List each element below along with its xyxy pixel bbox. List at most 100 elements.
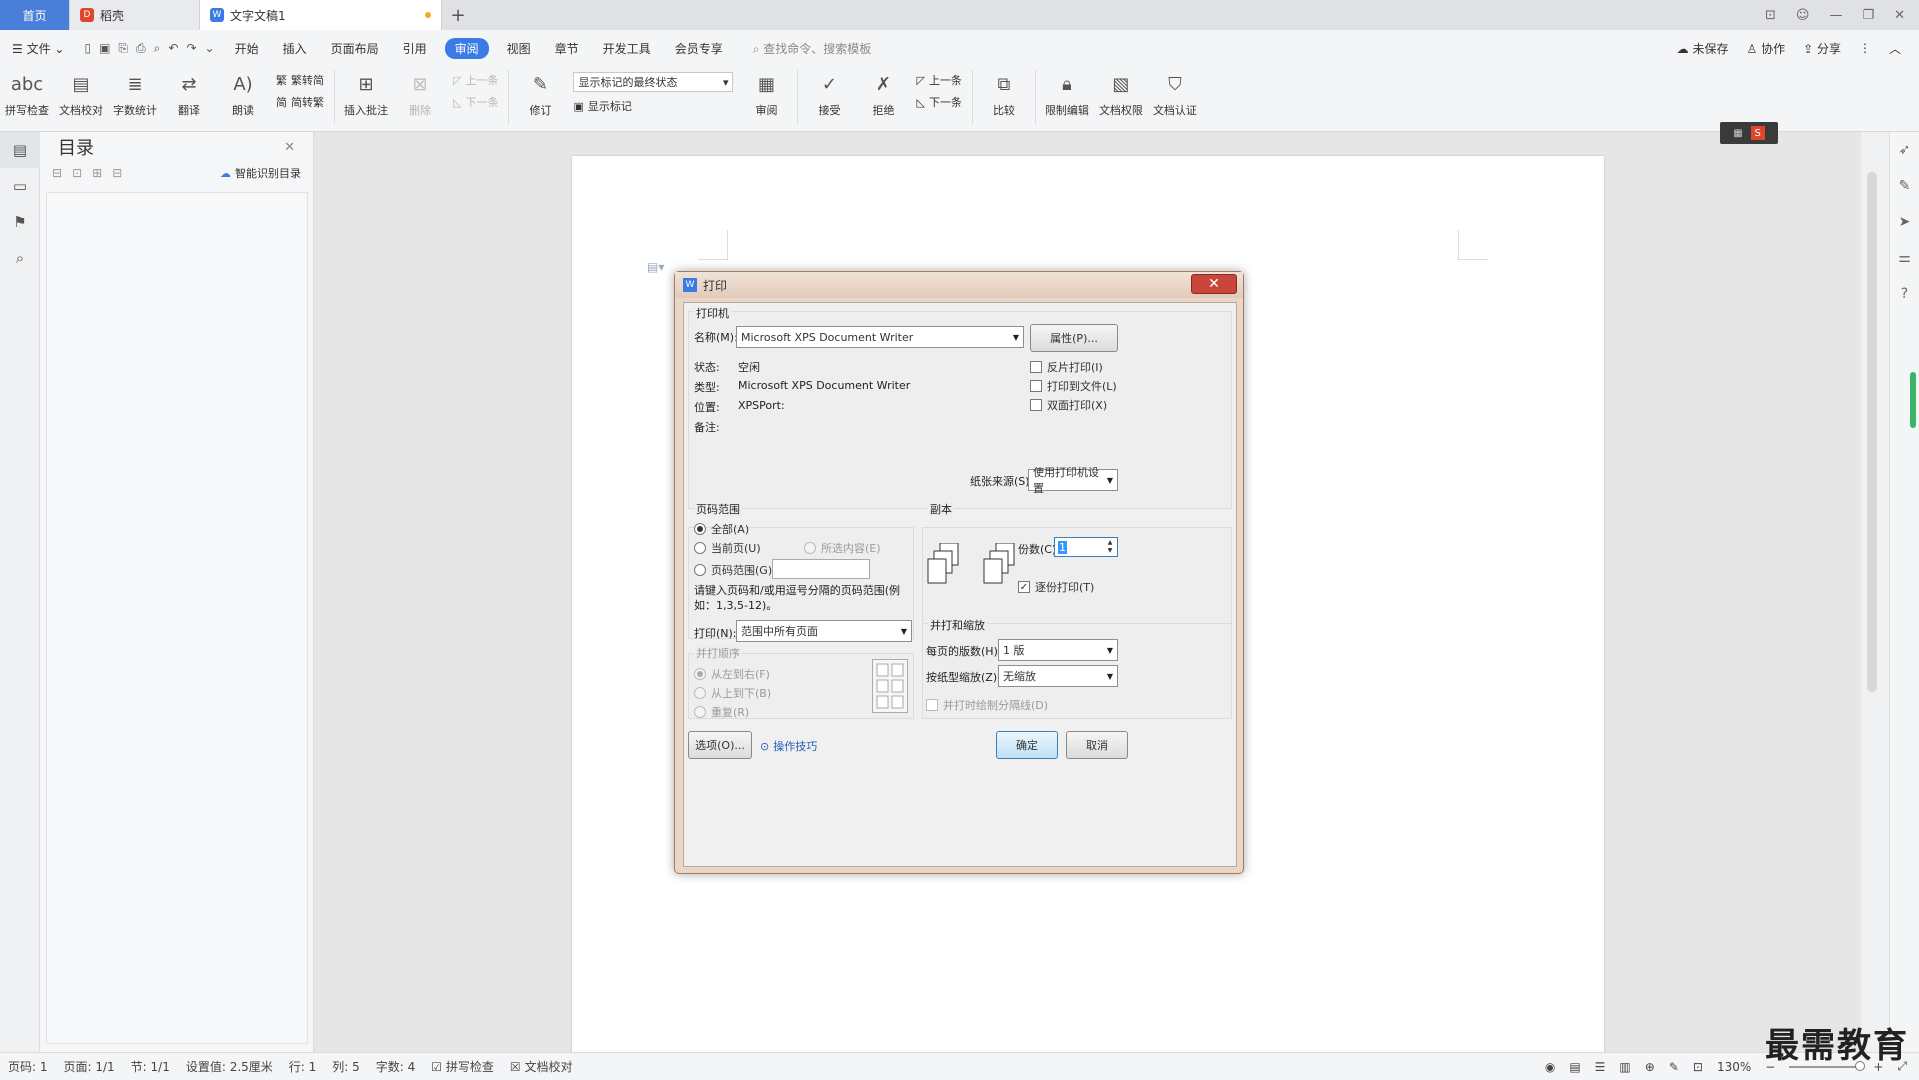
next-change-button[interactable]: ◺ 下一条 [916,94,961,110]
new-tab-button[interactable]: + [442,0,474,30]
command-search[interactable]: ⌕ 查找命令、搜索模板 [735,40,872,57]
order-repeat-radio[interactable]: 重复(R) [694,704,749,720]
markup-state-select[interactable]: 显示标记的最终状态 ▾ [573,72,734,92]
paper-source-select[interactable]: 使用打印机设置 ▼ [1028,466,1118,495]
minimize-button[interactable]: — [1829,8,1842,23]
trad-to-simp-button[interactable]: 繁繁转简 [276,72,324,88]
vertical-scrollbar[interactable] [1861,132,1889,1052]
unsaved-status[interactable]: ☁ 未保存 [1677,40,1729,57]
page-view-icon[interactable]: ▤ [1569,1060,1580,1074]
tab-document[interactable]: W 文字文稿1 [200,0,442,30]
collapse-all-icon[interactable]: ⊡ [72,166,82,180]
translate-button[interactable]: ⇄ 翻译 [162,70,216,118]
range-pages-radio[interactable]: 页码范围(G): [694,562,776,578]
more-icon[interactable]: ⌄ [205,41,215,56]
cursor-icon[interactable]: ➤ [1890,204,1919,240]
delete-comment-button[interactable]: ⊠ 删除 [393,70,447,118]
share-button[interactable]: ⇪ 分享 [1803,40,1841,57]
pen-mode-icon[interactable]: ✎ [1669,1060,1679,1074]
status-col[interactable]: 列: 5 [324,1058,368,1075]
menu-member[interactable]: 会员专享 [663,40,735,57]
fit-page-icon[interactable]: ⊡ [1693,1060,1703,1074]
restrict-editing-button[interactable]: 🔒︎ 限制编辑 [1040,70,1094,118]
undo-icon[interactable]: ↶ [168,41,178,56]
print-dialog-titlebar[interactable]: W 打印 [675,272,1243,298]
pen-icon[interactable]: ✎ [1890,168,1919,204]
status-page[interactable]: 页码: 1 [0,1058,56,1075]
restore-button[interactable]: ❐ [1862,8,1874,23]
options-button[interactable]: 选项(O)... [688,731,752,759]
accept-button[interactable]: ✓ 接受 [802,70,856,118]
spell-check-button[interactable]: abc 拼写检查 [0,70,54,118]
per-sheet-select[interactable]: 1 版 ▼ [998,639,1118,661]
compare-button[interactable]: ⧉ 比较 [977,70,1031,118]
collab-button[interactable]: ♙ 协作 [1747,40,1786,57]
insert-comment-button[interactable]: ⊞ 插入批注 [339,70,393,118]
collapse-ribbon-icon[interactable]: ︿ [1889,40,1901,57]
redo-icon[interactable]: ↷ [186,41,196,56]
status-setting[interactable]: 设置值: 2.5厘米 [178,1058,281,1075]
prev-change-button[interactable]: ◸ 上一条 [916,72,961,88]
export-icon[interactable]: ⎘ [118,41,128,56]
zoom-level[interactable]: 130% [1717,1060,1751,1074]
status-words[interactable]: 字数: 4 [368,1058,424,1075]
toc-close-icon[interactable]: ✕ [284,140,295,155]
status-row[interactable]: 行: 1 [281,1058,325,1075]
file-menu[interactable]: ☰ 文件 ⌄ [0,40,76,57]
more-options-icon[interactable]: ⋮ [1859,41,1871,55]
tab-home[interactable]: 首页 [0,0,70,30]
close-window-button[interactable]: ✕ [1894,8,1905,23]
status-proof-button[interactable]: ☒ 文档校对 [502,1058,581,1075]
copies-spinner[interactable]: 1 ▲ ▼ [1054,537,1118,557]
reject-button[interactable]: ✗ 拒绝 [856,70,910,118]
page-range-input[interactable] [772,559,870,579]
doc-certify-button[interactable]: ⛉ 文档认证 [1148,70,1202,118]
prev-comment-button[interactable]: ◸ 上一条 [453,72,498,88]
next-comment-button[interactable]: ◺ 下一条 [453,94,498,110]
reverse-print-checkbox[interactable]: 反片打印(I) [1030,359,1103,375]
page-view-icon[interactable]: ⊡ [1765,8,1776,23]
doc-permission-button[interactable]: ▧ 文档权限 [1094,70,1148,118]
show-markup-button[interactable]: ▣ 显示标记 [573,98,733,114]
word-count-button[interactable]: ≣ 字数统计 [108,70,162,118]
proofread-button[interactable]: ▤ 文档校对 [54,70,108,118]
menu-start[interactable]: 开始 [223,40,271,57]
bookmark-nav-icon[interactable]: ⚑ [0,204,40,240]
range-all-radio[interactable]: 全部(A) [694,521,749,537]
range-current-radio[interactable]: 当前页(U) [694,540,761,556]
help-icon[interactable]: ? [1890,276,1919,312]
review-pane-button[interactable]: ▦ 审阅 [739,70,793,118]
print-to-file-checkbox[interactable]: 打印到文件(L) [1030,378,1117,394]
dialog-close-button[interactable]: ✕ [1191,274,1237,294]
status-pages[interactable]: 页面: 1/1 [56,1058,123,1075]
order-ltr-radio[interactable]: 从左到右(F) [694,666,770,682]
eye-icon[interactable]: ◉ [1545,1060,1555,1074]
printer-properties-button[interactable]: 属性(P)... [1030,324,1118,352]
range-selection-radio[interactable]: 所选内容(E) [804,540,881,556]
scroll-thumb[interactable] [1867,172,1877,692]
track-changes-button[interactable]: ✎ 修订 [513,70,567,118]
print-icon[interactable]: ⎙ [136,41,146,56]
spinner-arrows-icon[interactable]: ▲ ▼ [1104,539,1116,555]
status-section[interactable]: 节: 1/1 [123,1058,178,1075]
menu-devtools[interactable]: 开发工具 [591,40,663,57]
print-what-select[interactable]: 范围中所有页面 ▼ [736,620,912,642]
save-icon[interactable]: ▣ [99,41,110,56]
scale-select[interactable]: 无缩放 ▼ [998,665,1118,687]
order-ttb-radio[interactable]: 从上到下(B) [694,685,771,701]
read-aloud-button[interactable]: A) 朗读 [216,70,270,118]
menu-references[interactable]: 引用 [391,40,439,57]
simp-to-trad-button[interactable]: 简简转繁 [276,94,324,110]
preview-icon[interactable]: ⌕ [154,41,161,56]
sliders-icon[interactable]: ⚌ [1890,240,1919,276]
avatar[interactable]: ☺ [1796,8,1810,23]
expand-all-icon[interactable]: ⊟ [52,166,62,180]
new-doc-icon[interactable]: ▯ [84,41,91,56]
menu-view[interactable]: 视图 [495,40,543,57]
read-view-icon[interactable]: ▥ [1619,1060,1630,1074]
toc-nav-icon[interactable]: ▤ [0,132,40,168]
menu-review[interactable]: 审阅 [444,37,489,59]
tips-link[interactable]: ⊙ 操作技巧 [760,738,817,754]
status-spell-button[interactable]: ☑ 拼写检查 [423,1058,502,1075]
ok-button[interactable]: 确定 [996,731,1058,759]
